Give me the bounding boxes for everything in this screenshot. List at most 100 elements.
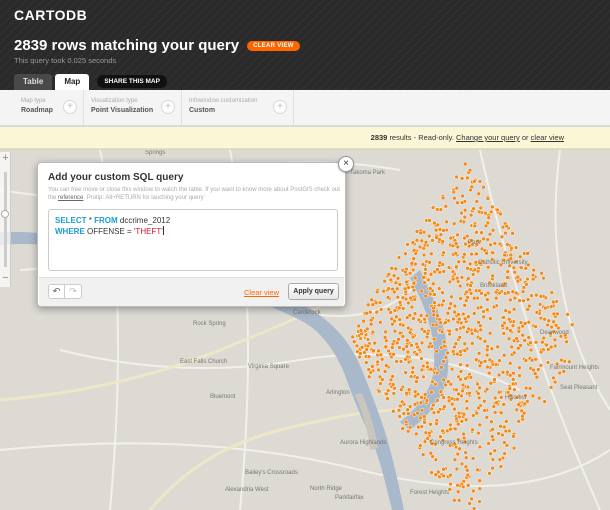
crime-point[interactable]	[366, 374, 372, 380]
crime-point[interactable]	[506, 317, 512, 322]
crime-point[interactable]	[489, 346, 495, 352]
crime-point[interactable]	[490, 227, 496, 233]
crime-point[interactable]	[390, 341, 396, 347]
crime-point[interactable]	[474, 199, 480, 204]
crime-point[interactable]	[366, 367, 371, 372]
crime-point[interactable]	[490, 204, 495, 210]
crime-point[interactable]	[436, 286, 442, 291]
crime-point[interactable]	[481, 309, 486, 314]
crime-point[interactable]	[533, 340, 539, 345]
crime-point[interactable]	[424, 398, 430, 403]
crime-point[interactable]	[395, 340, 400, 346]
crime-point[interactable]	[395, 276, 401, 281]
crime-point[interactable]	[391, 273, 397, 278]
crime-point[interactable]	[448, 301, 453, 306]
crime-point[interactable]	[392, 289, 397, 295]
crime-point[interactable]	[553, 323, 559, 328]
crime-point[interactable]	[358, 328, 364, 333]
crime-point[interactable]	[397, 305, 402, 311]
crime-point[interactable]	[499, 234, 505, 240]
crime-point[interactable]	[517, 298, 522, 303]
crime-point[interactable]	[529, 293, 534, 298]
crime-point[interactable]	[545, 360, 551, 365]
crime-point[interactable]	[466, 326, 471, 332]
crime-point[interactable]	[423, 293, 428, 299]
crime-point[interactable]	[559, 357, 564, 363]
crime-point[interactable]	[462, 341, 468, 347]
crime-point[interactable]	[507, 386, 513, 391]
crime-point[interactable]	[407, 313, 413, 318]
crime-point[interactable]	[457, 316, 462, 322]
crime-point[interactable]	[396, 255, 402, 260]
crime-point[interactable]	[496, 372, 502, 378]
crime-point[interactable]	[444, 219, 449, 225]
crime-point[interactable]	[407, 270, 413, 276]
crime-point[interactable]	[495, 207, 500, 213]
crime-point[interactable]	[515, 278, 521, 284]
crime-point[interactable]	[505, 269, 510, 274]
crime-point[interactable]	[565, 312, 570, 317]
crime-point[interactable]	[456, 498, 462, 503]
crime-point[interactable]	[361, 318, 366, 324]
crime-point[interactable]	[476, 430, 481, 436]
crime-point[interactable]	[467, 167, 473, 173]
crime-point[interactable]	[465, 472, 471, 478]
crime-point[interactable]	[454, 275, 460, 281]
crime-point[interactable]	[538, 349, 544, 355]
zoom-in-button[interactable]: +	[0, 152, 11, 166]
crime-point[interactable]	[531, 367, 536, 373]
crime-point[interactable]	[538, 315, 544, 321]
crime-point[interactable]	[482, 339, 488, 344]
crime-point[interactable]	[474, 410, 480, 416]
crime-point[interactable]	[433, 457, 439, 462]
crime-point[interactable]	[546, 318, 551, 323]
crime-point[interactable]	[405, 242, 410, 247]
crime-point[interactable]	[549, 324, 554, 330]
crime-point[interactable]	[502, 440, 507, 445]
crime-point[interactable]	[383, 344, 389, 350]
crime-point[interactable]	[510, 231, 515, 236]
crime-point[interactable]	[429, 251, 434, 257]
crime-point[interactable]	[384, 391, 389, 397]
crime-point[interactable]	[391, 409, 396, 414]
reference-link[interactable]: reference	[58, 195, 83, 201]
crime-point[interactable]	[429, 470, 434, 475]
crime-point[interactable]	[477, 478, 482, 483]
crime-point[interactable]	[438, 232, 444, 237]
crime-point[interactable]	[483, 292, 488, 298]
crime-point[interactable]	[410, 267, 416, 273]
crime-point[interactable]	[460, 382, 466, 388]
crime-point[interactable]	[459, 200, 465, 205]
crime-point[interactable]	[381, 288, 386, 294]
crime-point[interactable]	[467, 501, 472, 506]
crime-point[interactable]	[426, 233, 432, 239]
crime-point[interactable]	[478, 336, 483, 341]
crime-point[interactable]	[463, 161, 468, 167]
crime-point[interactable]	[455, 397, 460, 402]
crime-point[interactable]	[478, 360, 484, 365]
crime-point[interactable]	[453, 251, 459, 256]
crime-point[interactable]	[463, 417, 469, 422]
crime-point[interactable]	[391, 391, 397, 396]
crime-point[interactable]	[525, 297, 531, 302]
crime-point[interactable]	[406, 411, 411, 416]
crime-point[interactable]	[465, 175, 470, 181]
crime-point[interactable]	[371, 348, 376, 353]
crime-point[interactable]	[498, 464, 504, 469]
crime-point[interactable]	[457, 446, 462, 451]
crime-point[interactable]	[368, 317, 374, 323]
share-map-button[interactable]: SHARE THIS MAP	[97, 75, 167, 88]
crime-point[interactable]	[486, 370, 492, 376]
crime-point[interactable]	[388, 277, 394, 283]
crime-point[interactable]	[412, 402, 418, 407]
crime-point[interactable]	[504, 223, 509, 229]
crime-point[interactable]	[525, 276, 530, 282]
crime-point[interactable]	[468, 283, 473, 288]
crime-point[interactable]	[456, 391, 461, 397]
crime-point[interactable]	[536, 395, 542, 401]
crime-point[interactable]	[496, 389, 502, 395]
crime-point[interactable]	[534, 374, 540, 380]
crime-point[interactable]	[510, 323, 516, 328]
crime-point[interactable]	[541, 275, 546, 281]
crime-point[interactable]	[481, 184, 486, 190]
